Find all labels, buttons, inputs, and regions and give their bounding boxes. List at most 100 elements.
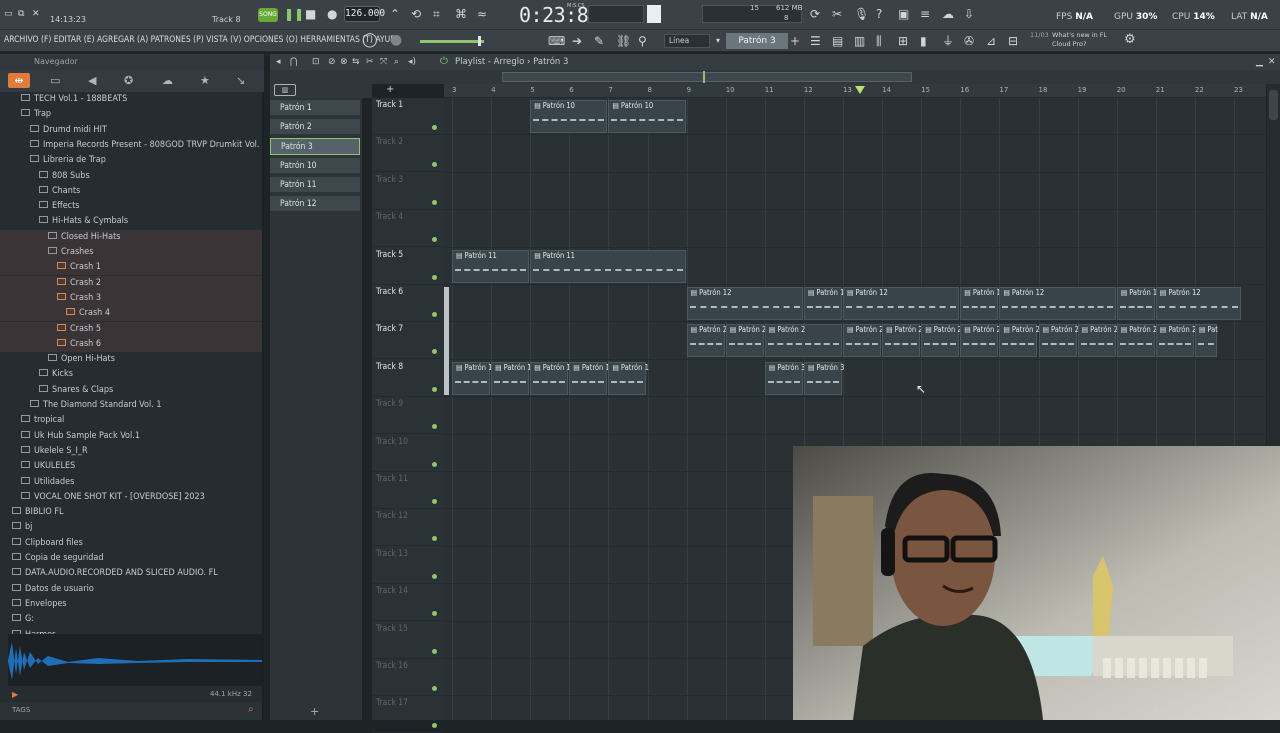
pencil-icon[interactable]: ✎	[594, 34, 604, 48]
pattern-clip[interactable]: ▤ Patrón 1	[530, 361, 571, 395]
browser-folder-item[interactable]: Snares & Claps	[0, 383, 262, 398]
track-header[interactable]: Track 5	[372, 248, 442, 285]
cloud-icon[interactable]: ⊟	[1008, 34, 1018, 48]
pattern-clip[interactable]: ▤ Patrón 1	[569, 361, 610, 395]
browser-folder-item[interactable]: 808 Subs	[0, 169, 262, 184]
track-mute-led[interactable]	[432, 536, 437, 542]
chevron-down-icon[interactable]: ▾	[716, 34, 720, 48]
pattern-clip[interactable]: ▤ Patrón 1	[608, 361, 649, 395]
browser-file-item[interactable]: Crash 2	[0, 275, 262, 291]
browser-folder-item[interactable]: Datos de usuario	[0, 582, 262, 597]
pattern-clip[interactable]: ▤ Patrón 2	[1077, 324, 1118, 358]
plug-icon[interactable]: ⏚	[942, 34, 954, 48]
browser-folder-item[interactable]: Closed Hi-Hats	[0, 229, 262, 245]
browser-folder-item[interactable]: bj	[0, 520, 262, 535]
zoom-tool-icon[interactable]: ⌕	[394, 54, 399, 70]
pattern-clip[interactable]: ▤ Patrón 2	[843, 324, 883, 358]
pattern-clip[interactable]: ▤ Patrón 1	[491, 361, 532, 395]
wrench-icon[interactable]: ✇	[964, 34, 974, 48]
playhead-marker[interactable]	[854, 86, 865, 94]
play-sample-icon[interactable]: ▶	[12, 690, 18, 699]
tempo-icon[interactable]: ⊿	[986, 34, 996, 48]
news-link[interactable]: What's new in FL Cloud Pro?	[1052, 31, 1114, 49]
pattern-clip[interactable]: ▤ Patrón 10	[608, 100, 686, 133]
tools-icon[interactable]: ✂	[832, 7, 842, 21]
stamp-icon[interactable]: ⚲	[638, 34, 647, 48]
metronome-icon[interactable]: ⌃	[390, 7, 400, 21]
arrow-right-icon[interactable]: ➔	[572, 34, 582, 48]
magnet-icon[interactable]: ⋂	[290, 54, 297, 70]
pattern-item[interactable]: Patrón 1	[270, 100, 360, 117]
track-header[interactable]: Track 13	[372, 547, 442, 584]
all-files-icon[interactable]: ⇹	[8, 73, 30, 88]
master-volume-slider[interactable]	[420, 40, 484, 43]
plus-icon[interactable]: +	[790, 34, 800, 48]
track-mute-led[interactable]	[432, 199, 437, 205]
pattern-clip[interactable]: ▤ Patrón 12	[999, 287, 1116, 320]
browser-tree[interactable]: TECH Vol.1 - 188BEATS Trap Drumd midi HIT I…	[0, 92, 262, 634]
fl-logo-icon[interactable]: ⚙	[1124, 33, 1136, 47]
volume-slider-handle[interactable]	[478, 36, 481, 46]
pitch-knob-icon[interactable]: ●	[390, 33, 402, 47]
download-icon[interactable]: ⇩	[964, 7, 974, 21]
track-mute-led[interactable]	[432, 349, 437, 355]
pattern-clip[interactable]: ▤ Patrón 2	[882, 324, 923, 358]
link-icon[interactable]: ⛓	[616, 34, 631, 48]
browser-file-item[interactable]: Crash 4	[0, 306, 262, 322]
timeline-ruler[interactable]: 3 4 5 6 7 8 9 10 11 12 13 14 15 16 17 18 19 20 21 22 23	[444, 84, 1266, 98]
restore-icon[interactable]: ⧉	[18, 7, 24, 21]
track-header[interactable]: Track 3	[372, 173, 442, 210]
pattern-item[interactable]: Patrón 10	[270, 157, 360, 175]
browser-folder-item[interactable]: DATA.AUDIO.RECORDED AND SLICED AUDIO. FL	[0, 566, 262, 581]
minimize-icon[interactable]: ▁	[1256, 54, 1263, 70]
loop-start-marker[interactable]	[444, 287, 449, 396]
pattern-clip[interactable]: ▤ Patrón 2	[960, 324, 1001, 358]
search-icon[interactable]: ⌕	[248, 704, 254, 715]
help-icon[interactable]: ?	[876, 7, 882, 21]
window-menu-icon[interactable]: ▭	[4, 7, 13, 21]
browser-folder-item[interactable]: Uk Hub Sample Pack Vol.1	[0, 429, 262, 444]
browser-folder-item[interactable]: Effects	[0, 199, 262, 214]
horizontal-scroll-thumb[interactable]	[502, 72, 912, 82]
track-header[interactable]: Track 2	[372, 135, 442, 173]
add-track-icon[interactable]: +	[386, 84, 394, 95]
countdown-icon[interactable]: ⌘	[455, 7, 467, 21]
track-mute-led[interactable]	[432, 386, 437, 392]
paint-tool-icon[interactable]: ⊘	[328, 54, 336, 70]
playlist-icon[interactable]: ☰	[810, 34, 821, 48]
picker-toggle-icon[interactable]: ▥	[274, 84, 296, 96]
pattern-item[interactable]: Patrón 11	[270, 176, 360, 194]
browser-folder-item[interactable]: Crashes	[0, 245, 262, 260]
microphone-icon[interactable]: 🎙	[854, 7, 869, 21]
mixer-faders-icon[interactable]: ⫼	[876, 34, 882, 48]
track-header[interactable]: Track 6	[372, 285, 442, 322]
pattern-clip[interactable]: ▤ Patrón 12	[1116, 287, 1161, 320]
browser-folder-item[interactable]: G:	[0, 612, 262, 627]
chat-icon[interactable]: ☁	[942, 7, 954, 21]
track-mute-led[interactable]	[432, 499, 437, 504]
pattern-clip[interactable]: ▤ Patrón 2	[764, 324, 842, 358]
browser-file-item[interactable]: Crash 3	[0, 290, 262, 306]
playlist-wave-icon[interactable]: ◯	[362, 33, 378, 47]
plugin-icon[interactable]: ▮	[920, 34, 927, 48]
pattern-clip[interactable]: ▤ Patrón 12	[960, 287, 1005, 320]
pattern-clip[interactable]: ▤ Patrón 10	[530, 100, 608, 133]
track-header[interactable]: Track 7	[372, 322, 442, 360]
delete-tool-icon[interactable]: ⊗	[340, 54, 348, 70]
track-header[interactable]: Track 16	[372, 659, 442, 696]
vertical-scroll-thumb[interactable]	[1269, 90, 1278, 120]
track-mute-led[interactable]	[432, 125, 437, 130]
pattern-clip[interactable]: ▤ Patrón 3	[764, 361, 805, 395]
pattern-clip[interactable]: ▤ Patrón 12	[803, 287, 849, 320]
track-mute-led[interactable]	[432, 573, 437, 579]
pattern-clip[interactable]: ▤ Patrón 1	[452, 361, 492, 395]
slip-tool-icon[interactable]: ✂	[366, 54, 374, 70]
track-mute-led[interactable]	[432, 274, 437, 280]
tags-label[interactable]: TAGS	[12, 706, 30, 714]
main-menu[interactable]: ARCHIVO (F) EDITAR (E) AGREGAR (A) PATRO…	[4, 35, 401, 45]
slice-tool-icon[interactable]: ⤧	[380, 54, 387, 70]
playback-tool-icon[interactable]: ◂)	[408, 54, 416, 70]
mute-tool-icon[interactable]: ⇆	[352, 54, 360, 70]
browser-folder-item[interactable]: Open Hi-Hats	[0, 352, 262, 367]
step-edit-icon[interactable]: ⌗	[433, 7, 440, 21]
